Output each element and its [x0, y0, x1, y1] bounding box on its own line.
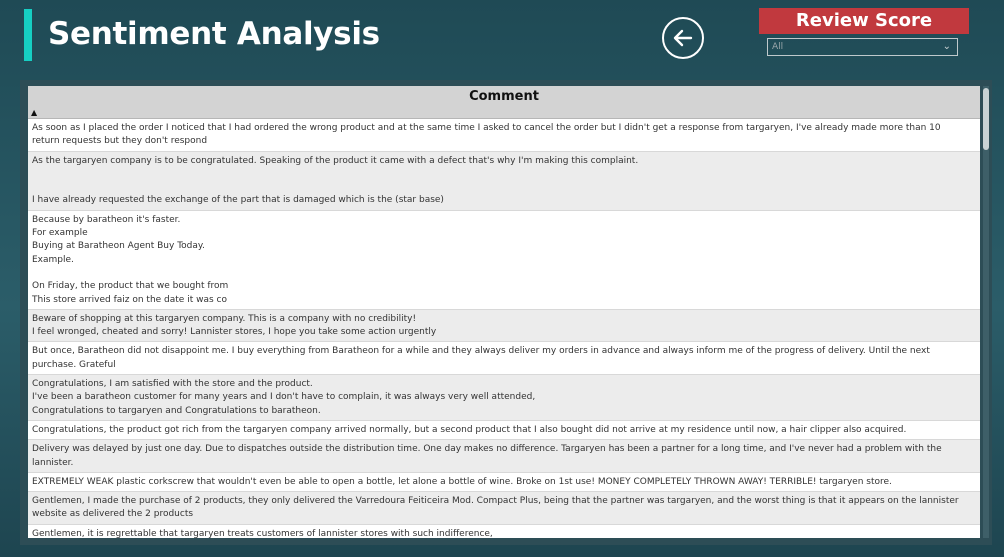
chevron-down-icon: ⌄ [942, 41, 951, 52]
table-row[interactable]: Gentlemen, I made the purchase of 2 prod… [28, 492, 980, 525]
table-row[interactable]: Congratulations, I am satisfied with the… [28, 375, 980, 421]
column-header-comment[interactable]: Comment [28, 89, 980, 104]
table-row[interactable]: Congratulations, the product got rich fr… [28, 421, 980, 441]
sort-ascending-icon[interactable]: ▲ [31, 108, 37, 117]
table-row[interactable]: As the targaryen company is to be congra… [28, 151, 980, 211]
table-header[interactable]: Comment ▲ [28, 86, 980, 119]
table-row[interactable]: Because by baratheon it's faster. For ex… [28, 211, 980, 310]
title-accent-bar [24, 9, 32, 61]
comment-table: Comment ▲ As soon as I placed the order … [28, 86, 980, 538]
page-title: Sentiment Analysis [48, 16, 380, 52]
table-row[interactable]: Delivery was delayed by just one day. Du… [28, 440, 980, 473]
table-body: As soon as I placed the order I noticed … [28, 119, 980, 538]
review-score-dropdown[interactable]: All ⌄ [767, 38, 958, 56]
table-row[interactable]: But once, Baratheon did not disappoint m… [28, 342, 980, 376]
comment-table-frame: Comment ▲ As soon as I placed the order … [20, 80, 992, 545]
review-score-selected: All [772, 42, 784, 52]
arrow-left-icon [673, 29, 693, 47]
scrollbar-thumb[interactable] [983, 88, 989, 150]
back-button[interactable] [662, 17, 704, 59]
vertical-scrollbar[interactable] [983, 86, 989, 538]
table-row[interactable]: EXTREMELY WEAK plastic corkscrew that wo… [28, 473, 980, 493]
table-row[interactable]: Beware of shopping at this targaryen com… [28, 309, 980, 343]
review-score-filter: Review Score All ⌄ [759, 8, 969, 56]
table-row[interactable]: As soon as I placed the order I noticed … [28, 119, 980, 152]
review-score-title: Review Score [759, 8, 969, 34]
table-row[interactable]: Gentlemen, it is regrettable that targar… [28, 525, 980, 538]
